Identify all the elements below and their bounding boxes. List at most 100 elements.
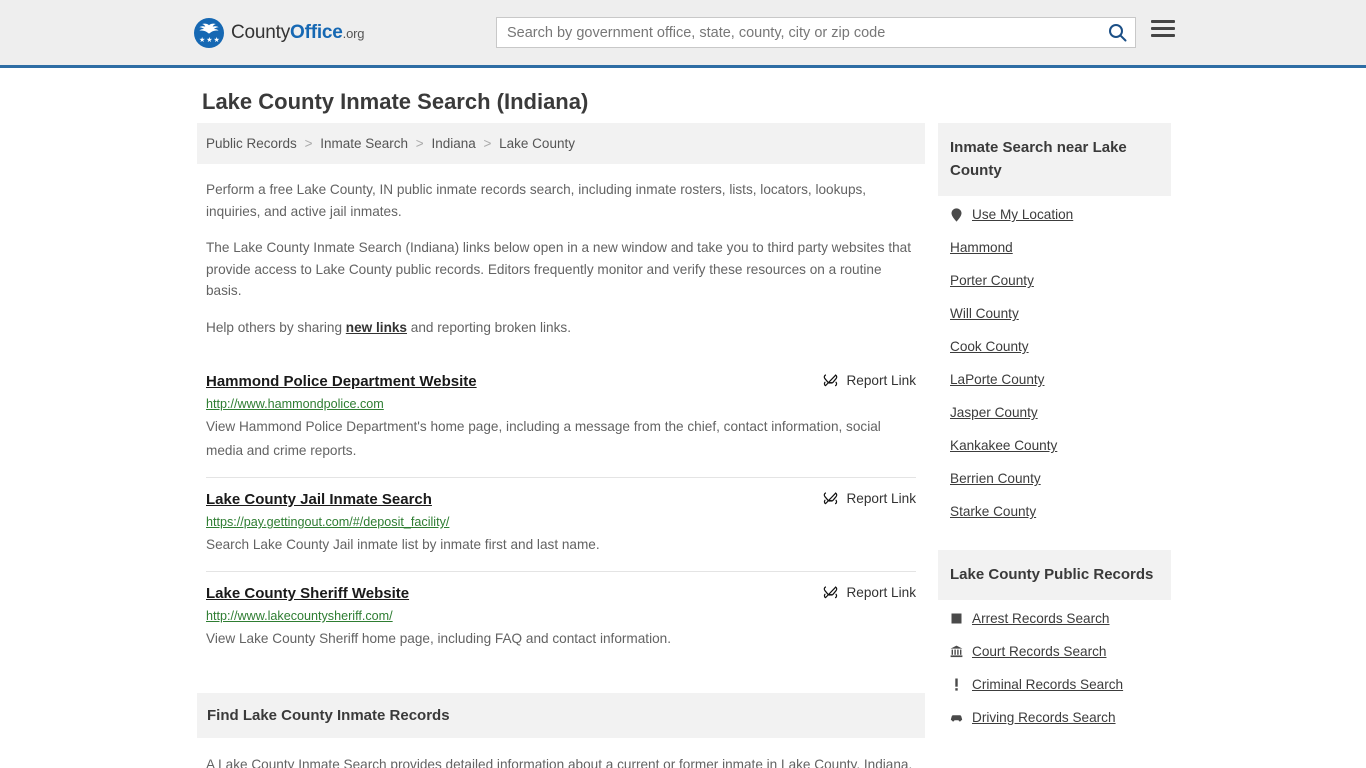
broken-link-icon bbox=[824, 492, 838, 505]
report-link-label: Report Link bbox=[846, 491, 916, 506]
resource-link-url[interactable]: https://pay.gettingout.com/#/deposit_fac… bbox=[206, 514, 916, 531]
sidebar-item-label[interactable]: Will County bbox=[950, 306, 1019, 321]
resource-link-title[interactable]: Lake County Sheriff Website bbox=[206, 585, 409, 602]
sidebar-public-records-box: Lake County Public Records Arrest Record… bbox=[938, 550, 1171, 732]
sidebar: Inmate Search near Lake County Use My Lo… bbox=[938, 123, 1171, 768]
breadcrumb-item-indiana[interactable]: Indiana bbox=[431, 136, 475, 151]
sidebar-item-label[interactable]: Cook County bbox=[950, 339, 1029, 354]
intro-section: Perform a free Lake County, IN public in… bbox=[197, 179, 925, 338]
report-link-label: Report Link bbox=[846, 585, 916, 600]
sidebar-public-records-list: Arrest Records Search Court Records Sear… bbox=[938, 600, 1171, 732]
resource-link-description: View Lake County Sheriff home page, incl… bbox=[206, 631, 671, 646]
site-logo-text: CountyOffice.org bbox=[231, 22, 364, 44]
report-link-button[interactable]: Report Link bbox=[823, 585, 916, 600]
intro-paragraph-3: Help others by sharing new links and rep… bbox=[206, 317, 916, 339]
broken-link-icon bbox=[824, 586, 838, 599]
sidebar-item-cook-county[interactable]: Cook County bbox=[950, 328, 1159, 361]
list-item: Lake County Jail Inmate Search Report Li… bbox=[206, 478, 916, 572]
intro-text-before-link: Help others by sharing bbox=[206, 319, 346, 335]
sidebar-item-kankakee-county[interactable]: Kankakee County bbox=[950, 427, 1159, 460]
page-title: Lake County Inmate Search (Indiana) bbox=[202, 89, 589, 114]
list-item: Hammond Police Department Website Report… bbox=[206, 360, 916, 478]
sidebar-item-label[interactable]: Porter County bbox=[950, 273, 1034, 288]
breadcrumb-separator: > bbox=[415, 136, 424, 151]
sidebar-item-label[interactable]: Starke County bbox=[950, 504, 1036, 519]
countyoffice-logo-icon: ★★★ bbox=[194, 18, 224, 48]
sidebar-item-porter-county[interactable]: Porter County bbox=[950, 262, 1159, 295]
map-pin-icon bbox=[950, 207, 963, 222]
sidebar-item-will-county[interactable]: Will County bbox=[950, 295, 1159, 328]
courthouse-icon bbox=[950, 644, 963, 659]
logo-text-office: Office bbox=[290, 22, 343, 43]
sidebar-item-hammond[interactable]: Hammond bbox=[950, 229, 1159, 262]
sidebar-item-jasper-county[interactable]: Jasper County bbox=[950, 394, 1159, 427]
hamburger-bar bbox=[1151, 27, 1175, 30]
find-records-body: A Lake County Inmate Search provides det… bbox=[197, 753, 925, 768]
breadcrumb-item-public-records[interactable]: Public Records bbox=[206, 136, 297, 151]
intro-text-after-link: and reporting broken links. bbox=[407, 319, 571, 335]
find-records-heading: Find Lake County Inmate Records bbox=[197, 693, 925, 738]
search-button[interactable] bbox=[1099, 18, 1135, 47]
sidebar-item-label[interactable]: Kankakee County bbox=[950, 438, 1057, 453]
sidebar-item-berrien-county[interactable]: Berrien County bbox=[950, 460, 1159, 493]
resource-link-description: View Hammond Police Department's home pa… bbox=[206, 419, 881, 458]
logo-text-county: County bbox=[231, 22, 291, 43]
sidebar-item-label[interactable]: Hammond bbox=[950, 240, 1013, 255]
main-column: Public Records > Inmate Search > Indiana… bbox=[197, 123, 925, 768]
sidebar-item-court-records[interactable]: Court Records Search bbox=[950, 633, 1159, 666]
resource-link-list: Hammond Police Department Website Report… bbox=[197, 360, 925, 665]
sidebar-item-arrest-records[interactable]: Arrest Records Search bbox=[950, 600, 1159, 633]
report-link-button[interactable]: Report Link bbox=[823, 373, 916, 388]
intro-paragraph-1: Perform a free Lake County, IN public in… bbox=[206, 182, 867, 219]
broken-link-icon bbox=[824, 374, 838, 387]
sidebar-public-records-heading: Lake County Public Records bbox=[938, 550, 1171, 600]
sidebar-item-use-my-location[interactable]: Use My Location bbox=[950, 196, 1159, 229]
logo-text-org: .org bbox=[342, 26, 365, 41]
sidebar-item-label[interactable]: LaPorte County bbox=[950, 372, 1044, 387]
sidebar-nearby-heading: Inmate Search near Lake County bbox=[938, 123, 1171, 196]
search-bar[interactable] bbox=[496, 17, 1136, 48]
fingerprint-icon bbox=[950, 611, 963, 626]
site-logo[interactable]: ★★★ CountyOffice.org bbox=[194, 18, 364, 48]
sidebar-item-laporte-county[interactable]: LaPorte County bbox=[950, 361, 1159, 394]
hamburger-bar bbox=[1151, 34, 1175, 37]
search-icon bbox=[1108, 24, 1126, 42]
new-links-link[interactable]: new links bbox=[346, 320, 407, 335]
sidebar-item-label[interactable]: Criminal Records Search bbox=[972, 677, 1123, 692]
breadcrumb-separator: > bbox=[304, 136, 313, 151]
resource-link-title[interactable]: Lake County Jail Inmate Search bbox=[206, 491, 432, 508]
sidebar-item-starke-county[interactable]: Starke County bbox=[950, 493, 1159, 526]
hamburger-menu-icon[interactable] bbox=[1151, 20, 1175, 37]
sidebar-item-label[interactable]: Jasper County bbox=[950, 405, 1038, 420]
hamburger-bar bbox=[1151, 20, 1175, 23]
sidebar-item-driving-records[interactable]: Driving Records Search bbox=[950, 699, 1159, 732]
eagle-icon bbox=[199, 23, 219, 34]
sidebar-item-label[interactable]: Court Records Search bbox=[972, 644, 1106, 659]
report-link-label: Report Link bbox=[846, 373, 916, 388]
report-link-button[interactable]: Report Link bbox=[823, 491, 916, 506]
content-row: Public Records > Inmate Search > Indiana… bbox=[0, 123, 1366, 768]
sidebar-nearby-box: Inmate Search near Lake County Use My Lo… bbox=[938, 123, 1171, 526]
sidebar-item-label[interactable]: Driving Records Search bbox=[972, 710, 1116, 725]
breadcrumb-item-inmate-search[interactable]: Inmate Search bbox=[320, 136, 408, 151]
sidebar-item-label[interactable]: Arrest Records Search bbox=[972, 611, 1110, 626]
resource-link-title[interactable]: Hammond Police Department Website bbox=[206, 373, 477, 390]
sidebar-nearby-list: Use My Location Hammond Porter County Wi… bbox=[938, 196, 1171, 526]
search-input[interactable] bbox=[497, 18, 1099, 47]
stars-icon: ★★★ bbox=[199, 37, 221, 44]
resource-link-description: Search Lake County Jail inmate list by i… bbox=[206, 537, 600, 552]
breadcrumb-item-lake-county[interactable]: Lake County bbox=[499, 136, 575, 151]
breadcrumb: Public Records > Inmate Search > Indiana… bbox=[197, 123, 925, 164]
car-icon bbox=[950, 710, 963, 725]
list-item: Lake County Sheriff Website Report Link … bbox=[206, 572, 916, 665]
site-header: ★★★ CountyOffice.org bbox=[0, 0, 1366, 68]
resource-link-url[interactable]: http://www.lakecountysheriff.com/ bbox=[206, 608, 916, 625]
intro-paragraph-2: The Lake County Inmate Search (Indiana) … bbox=[206, 240, 912, 298]
sidebar-item-criminal-records[interactable]: Criminal Records Search bbox=[950, 666, 1159, 699]
resource-link-url[interactable]: http://www.hammondpolice.com bbox=[206, 396, 916, 413]
breadcrumb-separator: > bbox=[483, 136, 492, 151]
sidebar-item-label[interactable]: Use My Location bbox=[972, 207, 1073, 222]
sidebar-item-label[interactable]: Berrien County bbox=[950, 471, 1041, 486]
find-records-paragraph: A Lake County Inmate Search provides det… bbox=[206, 757, 913, 768]
